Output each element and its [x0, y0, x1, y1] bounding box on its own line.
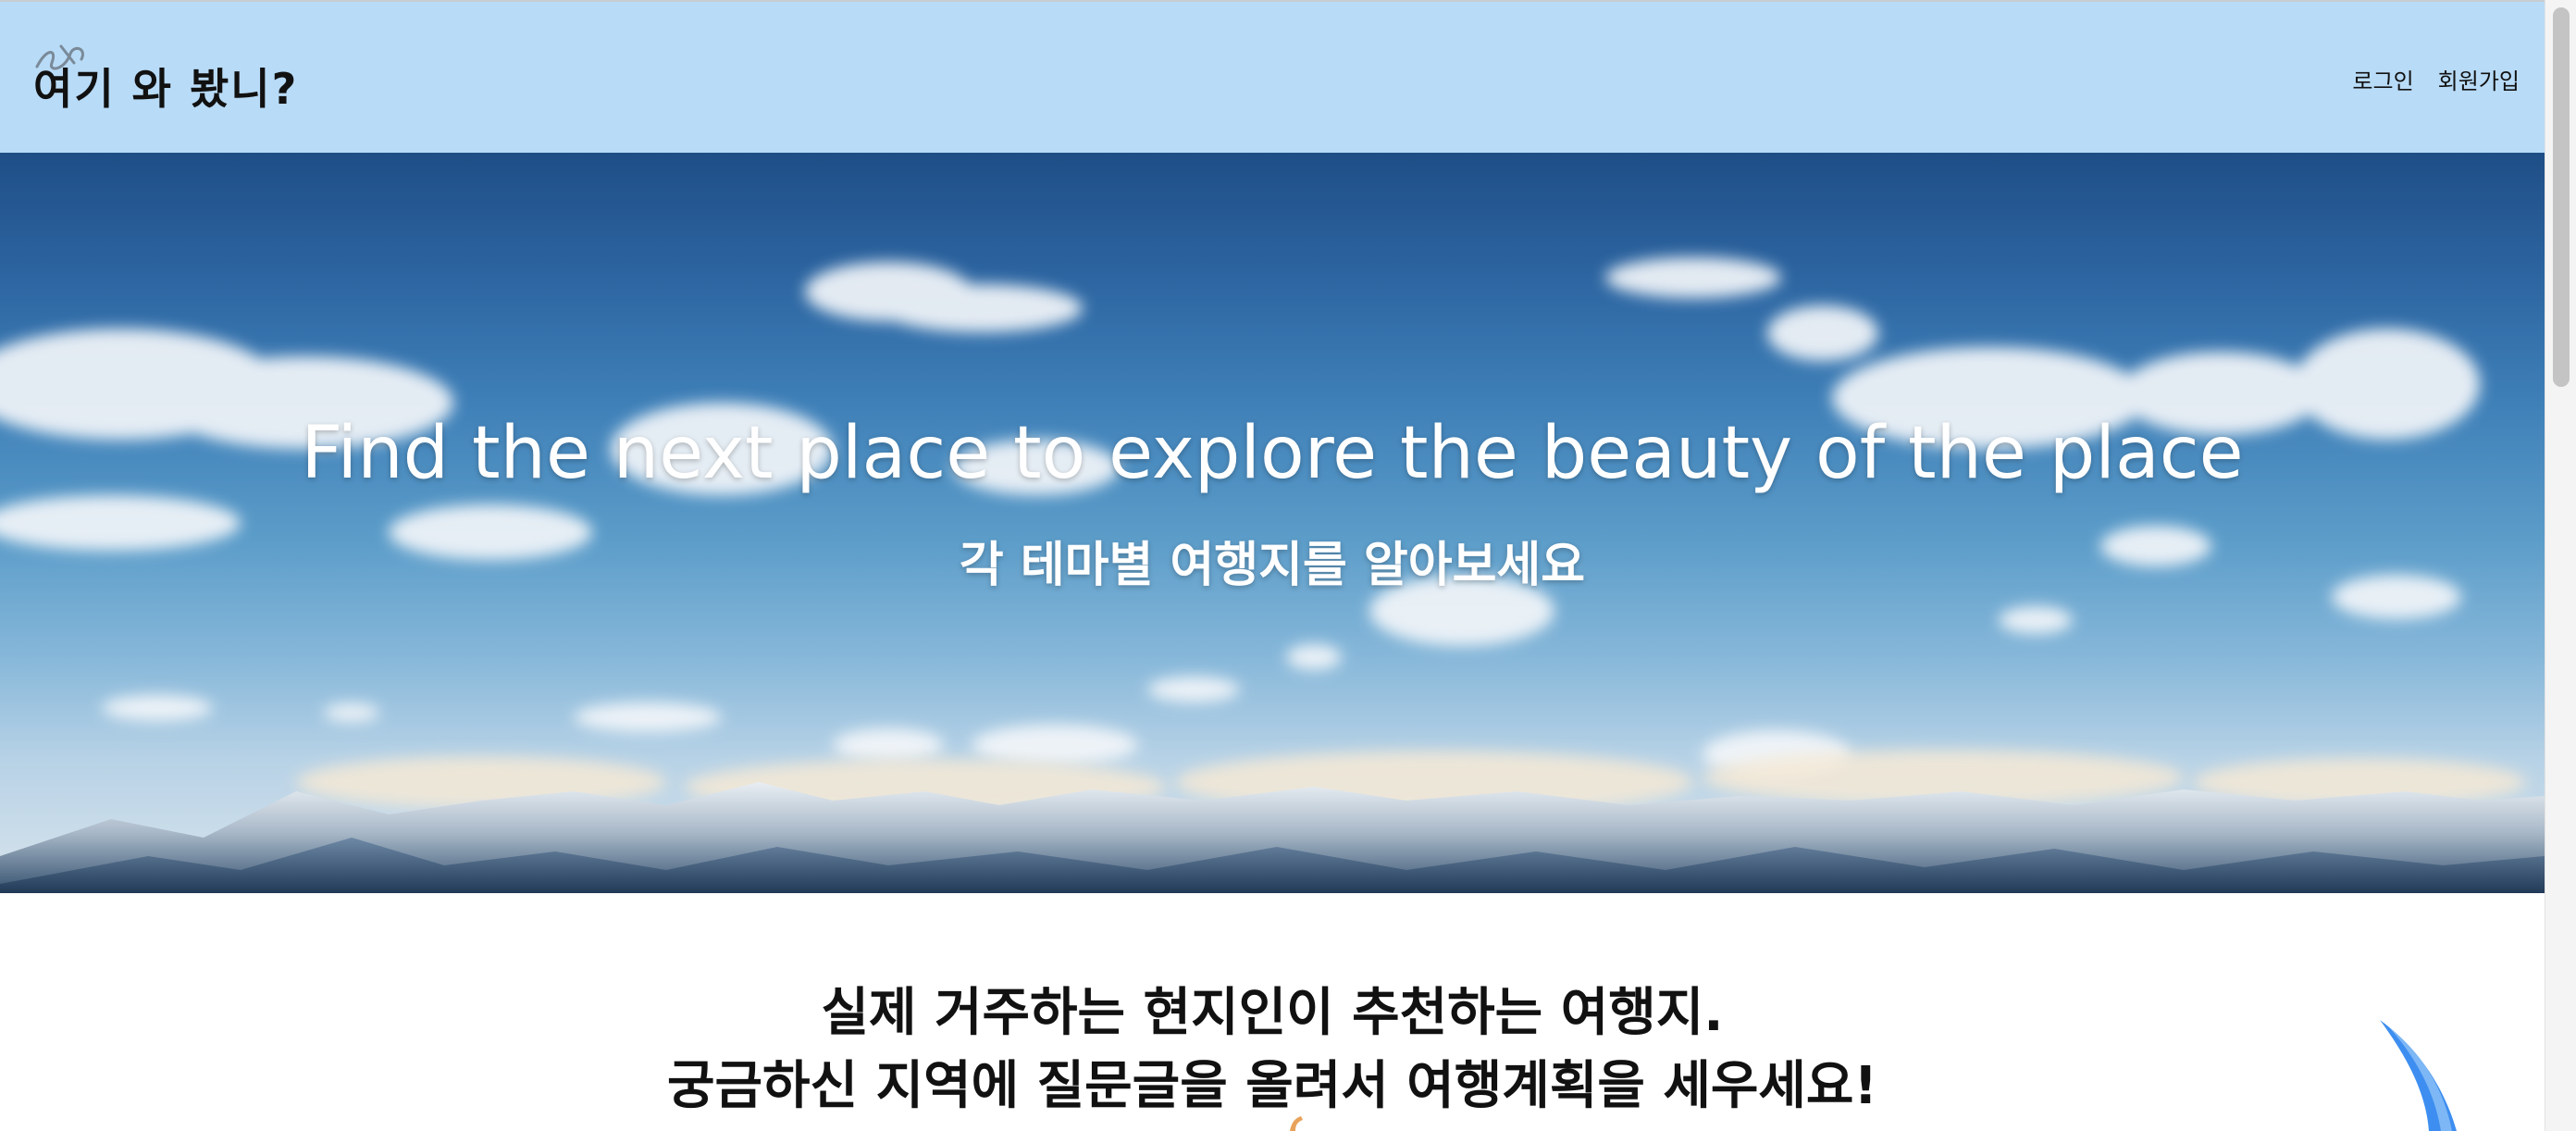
scrollbar-thumb[interactable] [2553, 7, 2570, 387]
hero-background-image [0, 257, 2545, 893]
signup-link[interactable]: 회원가입 [2438, 63, 2520, 95]
decorative-dot [1290, 1116, 1303, 1131]
hero-subtitle: 각 테마별 여행지를 알아보세요 [959, 538, 1586, 593]
hero-title: Find the next place to explore the beaut… [301, 412, 2244, 495]
site-header: 여기 와 봤니? 로그인 회원가입 [0, 2, 2545, 153]
intro-line-1: 실제 거주하는 현지인이 추천하는 여행지. [821, 983, 1724, 1043]
intro-line-2: 궁금하신 지역에 질문글을 올려서 여행계획을 세우세요! [667, 1056, 1877, 1116]
vertical-scrollbar[interactable] [2545, 0, 2576, 1131]
hero-banner: Find the next place to explore the beaut… [0, 153, 2545, 893]
header-nav: 로그인 회원가입 [2352, 63, 2520, 95]
intro-section: 실제 거주하는 현지인이 추천하는 여행지. 궁금하신 지역에 질문글을 올려서… [0, 976, 2545, 1123]
decorative-wave-shape [2380, 1020, 2457, 1131]
login-link[interactable]: 로그인 [2352, 63, 2413, 95]
logo-text: 여기 와 봤니? [33, 64, 299, 114]
